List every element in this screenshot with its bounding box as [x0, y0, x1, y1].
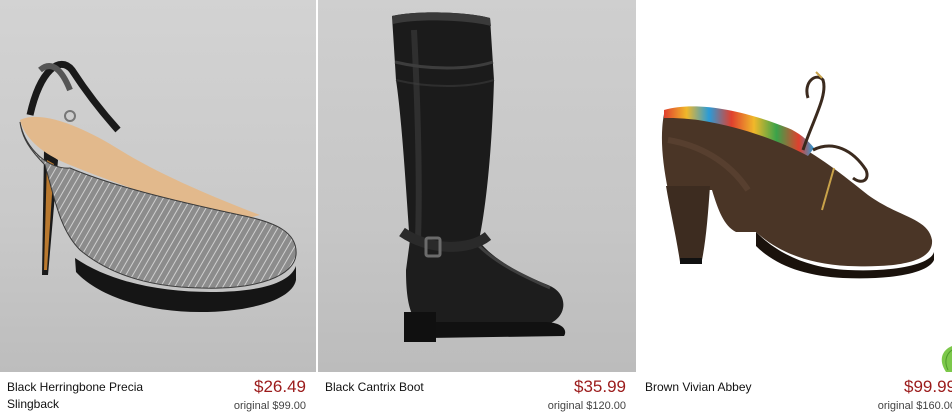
- leaf-icon: [941, 346, 952, 372]
- original-price: original $160.00: [877, 400, 952, 412]
- sale-price: $99.99: [904, 377, 952, 396]
- slingback-pump-illustration: [19, 61, 297, 312]
- product-grid: Black Herringbone Precia Slingback $26.4…: [0, 0, 952, 418]
- sale-price: $35.99: [574, 377, 626, 396]
- product-name[interactable]: Black Cantrix Boot: [325, 379, 495, 396]
- product-image[interactable]: [638, 0, 952, 372]
- original-price: original $120.00: [547, 400, 626, 412]
- product-card[interactable]: Brown Vivian Abbey $99.99 original $160.…: [638, 0, 952, 418]
- tall-boot-illustration: [392, 12, 566, 342]
- product-card[interactable]: Black Cantrix Boot $35.99 original $120.…: [318, 0, 636, 418]
- product-info: Black Cantrix Boot $35.99 original $120.…: [318, 372, 636, 418]
- product-name[interactable]: Brown Vivian Abbey: [645, 379, 815, 396]
- original-price: original $99.00: [233, 400, 306, 412]
- product-image[interactable]: [0, 0, 316, 372]
- suede-bootie-illustration: [661, 71, 934, 279]
- product-info: Brown Vivian Abbey $99.99 original $160.…: [638, 372, 952, 418]
- product-image[interactable]: [318, 0, 636, 372]
- product-name[interactable]: Black Herringbone Precia Slingback: [7, 379, 177, 413]
- product-info: Black Herringbone Precia Slingback $26.4…: [0, 372, 316, 418]
- product-card[interactable]: Black Herringbone Precia Slingback $26.4…: [0, 0, 316, 418]
- sale-price: $26.49: [254, 377, 306, 396]
